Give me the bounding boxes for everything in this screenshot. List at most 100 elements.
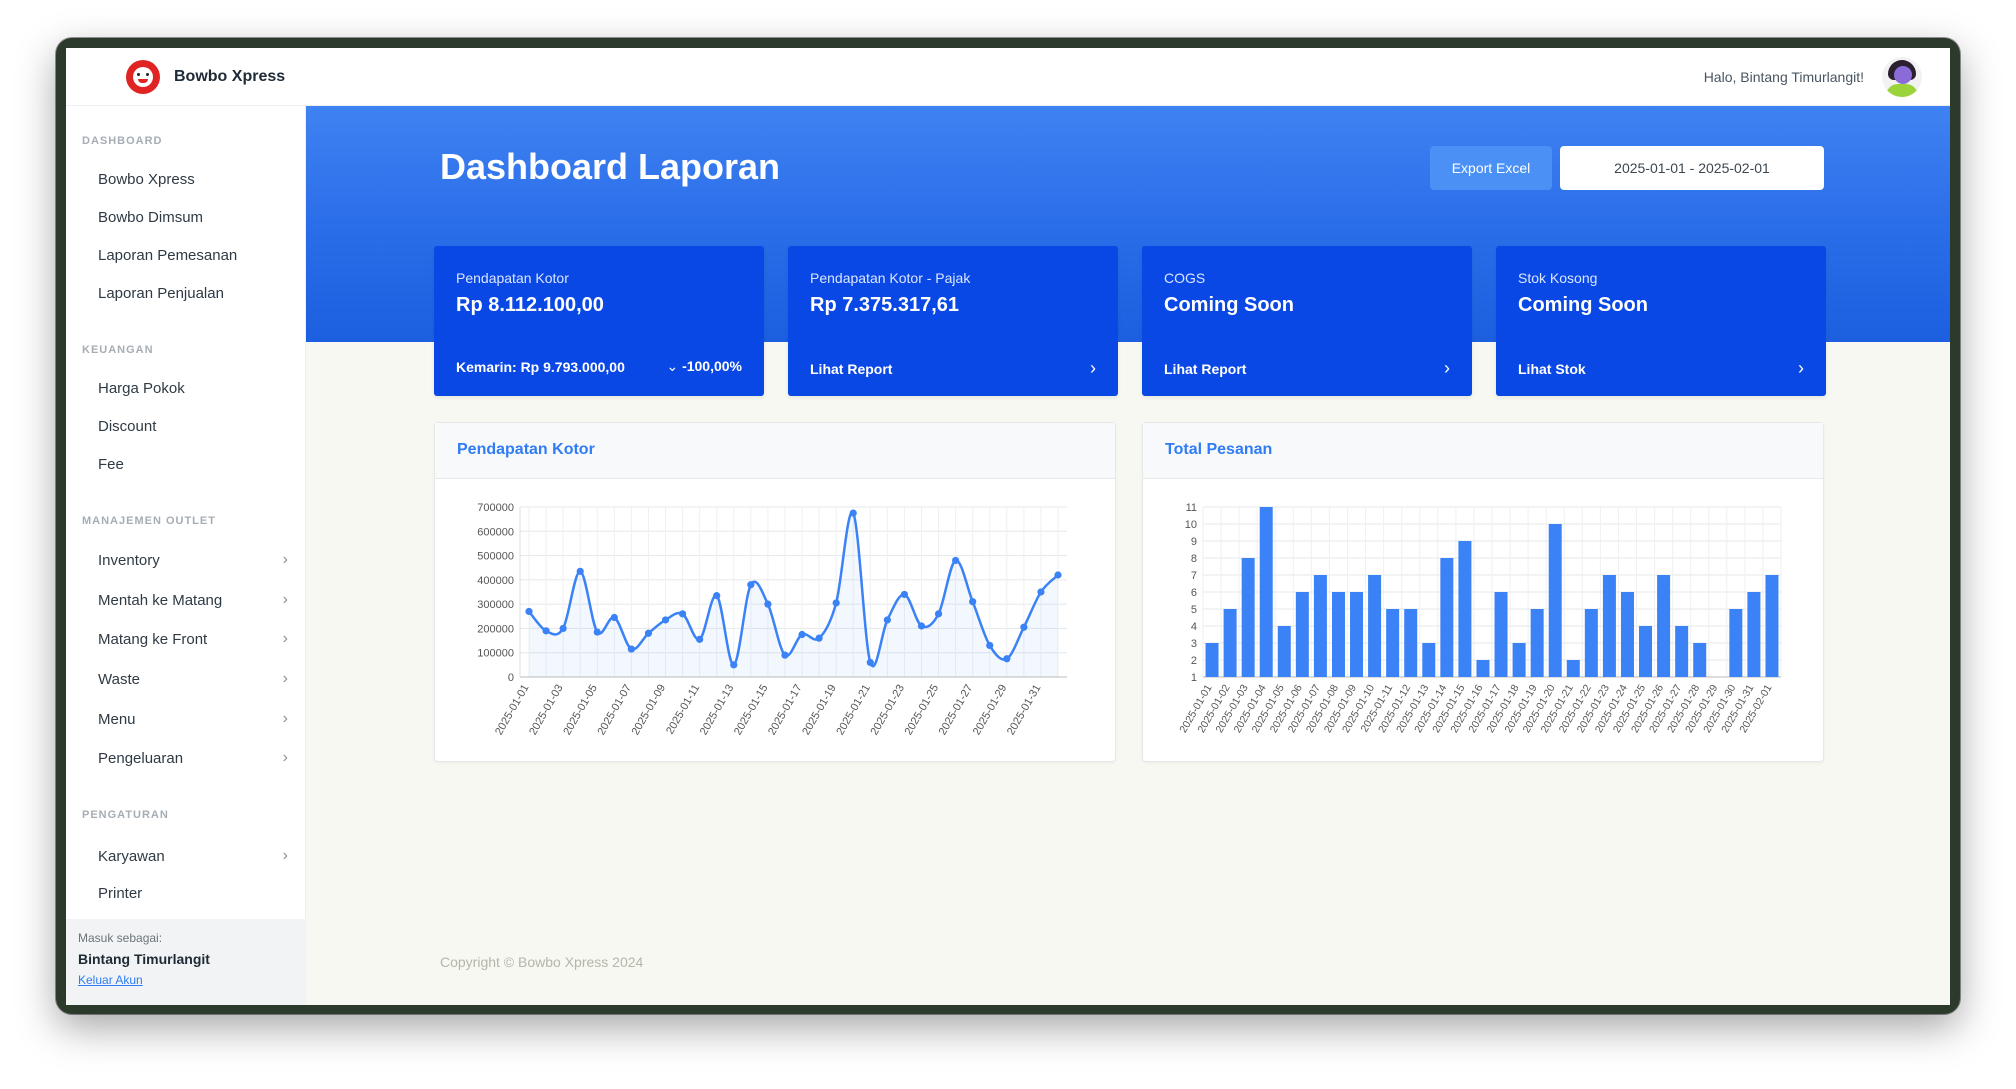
y-tick-label: 10 [1185,519,1197,531]
chevron-right-icon: › [282,710,288,727]
data-point [747,581,755,589]
sidebar-item-harga-pokok[interactable]: Harga Pokok [98,380,288,397]
data-point [1037,588,1045,596]
lihat-report-link[interactable]: Lihat Report › [1164,358,1450,379]
card-link-label: Lihat Stok [1518,360,1586,377]
data-point [559,624,567,633]
x-tick-label: 2025-01-01 [493,683,532,738]
x-tick-label: 2025-01-03 [527,683,566,738]
sidebar-item-fee[interactable]: Fee [98,456,288,473]
y-tick-label: 7 [1191,570,1197,582]
sidebar-item-laporan-penjualan[interactable]: Laporan Penjualan [98,285,288,302]
stat-card-stok-kosong: Stok Kosong Coming Soon Lihat Stok › [1496,246,1826,396]
sidebar-item-label: Menu [98,710,136,728]
card-link-label: Lihat Report [1164,360,1247,377]
bar [1368,575,1382,677]
bar [1295,592,1309,677]
x-tick-label: 2025-01-31 [1005,683,1044,738]
sidebar-item-discount[interactable]: Discount [98,418,288,435]
y-tick-label: 9 [1191,536,1197,548]
y-tick-label: 1 [1191,672,1197,684]
data-point [610,613,618,622]
sidebar-item-matang-ke-front[interactable]: Matang ke Front › [98,630,288,648]
sidebar-item-printer[interactable]: Printer [98,885,288,902]
line-chart: 0 100000 200000 300000 400000 500000 600000 700… [477,502,1067,738]
x-tick-label: 2025-01-21 [834,683,873,738]
brand-name: Bowbo Xpress [174,67,286,85]
chart-title: Total Pesanan [1143,423,1823,479]
date-range-input[interactable]: 2025-01-01 - 2025-02-01 [1560,146,1824,190]
bar [1458,541,1472,677]
bar [1313,575,1327,677]
logout-link[interactable]: Keluar Akun [78,973,143,987]
bar [1512,643,1526,677]
data-point [730,661,738,669]
data-point [952,556,960,565]
page-title: Dashboard Laporan [440,146,781,187]
sidebar-item-inventory[interactable]: Inventory › [98,551,288,569]
export-excel-button[interactable]: Export Excel [1430,146,1552,190]
data-point [917,622,926,630]
sidebar-item-karyawan[interactable]: Karyawan › [98,847,288,865]
sidebar-item-label: Fee [98,456,124,473]
chevron-right-icon: › [1444,358,1450,378]
sidebar-heading-pengaturan: PENGATURAN [82,809,169,821]
brand-logo-icon [126,59,160,94]
card-link-label: Lihat Report [810,360,893,377]
data-point [542,627,550,635]
x-tick-label: 2025-01-07 [595,683,634,738]
lihat-report-link[interactable]: Lihat Report › [810,358,1096,379]
y-tick-label: 100000 [477,648,514,660]
sidebar-item-pengeluaran[interactable]: Pengeluaran › [98,749,288,767]
sidebar-item-menu[interactable]: Menu › [98,710,288,728]
avatar[interactable] [1882,56,1922,97]
bar [1422,643,1436,677]
sidebar-item-laporan-pemesanan[interactable]: Laporan Pemesanan [98,247,288,264]
x-tick-label: 2025-01-11 [664,683,702,737]
sidebar-item-label: Waste [98,670,140,688]
bar [1404,609,1418,677]
card-value: Rp 8.112.100,00 [456,294,604,316]
sidebar-item-label: Mentah ke Matang [98,591,223,609]
sidebar-item-waste[interactable]: Waste › [98,670,288,688]
card-label: COGS [1164,270,1206,286]
y-tick-label: 8 [1191,553,1197,565]
bar [1259,507,1273,677]
y-tick-label: 2 [1191,655,1197,667]
sidebar-item-label: Laporan Penjualan [98,285,224,302]
sidebar-item-bowbo-xpress[interactable]: Bowbo Xpress [98,171,288,188]
x-tick-label: 2025-01-13 [698,683,737,738]
data-point [883,616,891,624]
chevron-right-icon: › [282,551,288,568]
data-point [849,509,857,517]
stat-card-pendapatan-pajak: Pendapatan Kotor - Pajak Rp 7.375.317,61… [788,246,1118,396]
x-tick-label: 2025-01-17 [766,683,805,738]
brand-link[interactable]: Bowbo Xpress [126,59,286,94]
data-point [627,645,635,653]
stat-card-pendapatan-kotor: Pendapatan Kotor Rp 8.112.100,00 Kemarin… [434,246,764,396]
y-tick-label: 0 [508,672,514,684]
series-area [529,512,1058,677]
data-point [696,635,704,643]
user-greeting: Halo, Bintang Timurlangit! [1703,68,1864,85]
x-tick-label: 2025-01-09 [630,683,669,738]
sidebar-heading-manajemen-outlet: MANAJEMEN OUTLET [82,515,216,527]
bar [1205,643,1219,677]
card-footer: Kemarin: Rp 9.793.000,00 ⌄ -100,00% [456,358,742,375]
lihat-stok-link[interactable]: Lihat Stok › [1518,358,1804,379]
x-tick-label: 2025-01-19 [800,683,839,738]
bar [1494,592,1508,677]
card-label: Pendapatan Kotor - Pajak [810,270,971,286]
y-tick-label: 6 [1191,587,1197,599]
sidebar-item-mentah-ke-matang[interactable]: Mentah ke Matang › [98,591,288,609]
sidebar-item-label: Karyawan [98,847,165,865]
chevron-down-icon: ⌄ [666,358,683,374]
data-point [593,628,601,636]
bar [1566,660,1580,677]
bar [1530,609,1544,677]
copyright-text: Copyright © Bowbo Xpress 2024 [440,954,644,970]
sidebar-item-label: Inventory [98,551,160,569]
bar [1440,558,1454,677]
y-tick-label: 400000 [477,575,514,587]
sidebar-item-bowbo-dimsum[interactable]: Bowbo Dimsum [98,209,288,226]
